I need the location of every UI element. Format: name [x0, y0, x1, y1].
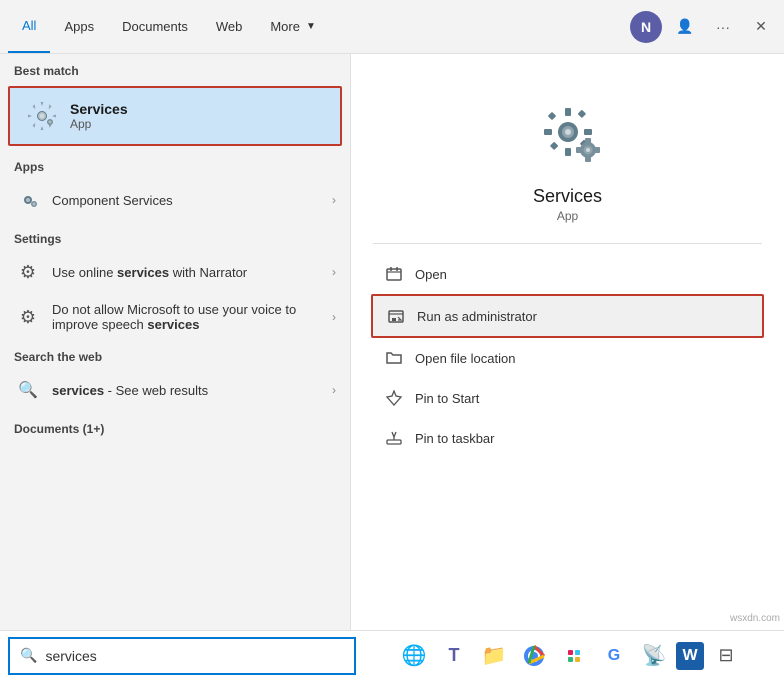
docs-section-label: Documents (1+): [0, 412, 350, 440]
search-box[interactable]: 🔍: [8, 637, 356, 675]
more-options-btn[interactable]: ···: [708, 12, 738, 42]
divider: [373, 243, 763, 244]
person-icon: 👤: [676, 18, 693, 35]
taskbar-extra[interactable]: ⊟: [708, 638, 744, 674]
best-match-item[interactable]: Services App: [8, 86, 342, 146]
app-name: Services: [533, 186, 602, 207]
search-icon-bottom: 🔍: [20, 647, 37, 664]
web-search-item[interactable]: 🔍 services - See web results ›: [0, 368, 350, 412]
action-pin-start[interactable]: Pin to Start: [371, 378, 764, 418]
taskbar-edge[interactable]: 🌐: [396, 638, 432, 674]
tab-apps[interactable]: Apps: [50, 0, 108, 53]
speech-icon: ⚙: [14, 303, 42, 331]
tab-documents[interactable]: Documents: [108, 0, 202, 53]
app-type: App: [557, 209, 578, 223]
runas-icon: [385, 305, 407, 327]
taskbar-slack[interactable]: [556, 638, 592, 674]
taskbar-teams[interactable]: T: [436, 638, 472, 674]
tab-web[interactable]: Web: [202, 0, 257, 53]
apps-section-label: Apps: [0, 150, 350, 178]
best-match-text: Services App: [70, 101, 128, 131]
ellipsis-icon: ···: [716, 19, 730, 35]
action-open[interactable]: Open: [371, 254, 764, 294]
narrator-icon: ⚙: [14, 258, 42, 286]
nav-right: N 👤 ··· ✕: [630, 11, 776, 43]
folder-icon: [383, 347, 405, 369]
tab-all[interactable]: All: [8, 0, 50, 53]
action-run-as-admin[interactable]: Run as administrator: [371, 294, 764, 338]
open-icon: [383, 263, 405, 285]
best-match-label: Best match: [0, 54, 350, 82]
arrow-icon: ›: [332, 193, 336, 207]
bottom-bar: 🔍 🌐 T 📁 G 📡 W ⊟: [0, 630, 784, 680]
taskbar-satellite[interactable]: 📡: [636, 638, 672, 674]
component-services-item[interactable]: Component Services ›: [0, 178, 350, 222]
taskbar-explorer[interactable]: 📁: [476, 638, 512, 674]
arrow-icon-3: ›: [332, 310, 336, 324]
taskbar-google[interactable]: G: [596, 638, 632, 674]
nav-tabs: All Apps Documents Web More ▼: [8, 0, 330, 53]
top-nav: All Apps Documents Web More ▼ N 👤 ··· ✕: [0, 0, 784, 54]
pintaskbar-icon: [383, 427, 405, 449]
taskbar-area: 🌐 T 📁 G 📡 W ⊟: [356, 638, 784, 674]
arrow-icon-2: ›: [332, 265, 336, 279]
search-icon: 🔍: [14, 376, 42, 404]
taskbar-chrome[interactable]: [516, 638, 552, 674]
tab-more[interactable]: More ▼: [256, 0, 330, 53]
settings-item-speech[interactable]: ⚙ Do not allow Microsoft to use your voi…: [0, 294, 350, 340]
right-panel: Services App Open: [350, 54, 784, 630]
chevron-down-icon: ▼: [306, 21, 316, 32]
app-icon-large: [528, 94, 608, 174]
search-input[interactable]: [45, 648, 344, 664]
left-panel: Best match Services App Apps: [0, 54, 350, 630]
close-button[interactable]: ✕: [746, 12, 776, 42]
taskbar-word[interactable]: W: [676, 642, 704, 670]
main-content: Best match Services App Apps: [0, 54, 784, 630]
watermark: wsxdn.com: [730, 613, 780, 624]
avatar[interactable]: N: [630, 11, 662, 43]
settings-section-label: Settings: [0, 222, 350, 250]
action-pin-taskbar[interactable]: Pin to taskbar: [371, 418, 764, 458]
web-section-label: Search the web: [0, 340, 350, 368]
close-icon: ✕: [755, 18, 767, 35]
pin-icon: [383, 387, 405, 409]
services-icon: [24, 98, 60, 134]
arrow-icon-4: ›: [332, 383, 336, 397]
action-list: Open Run as administrator: [351, 254, 784, 458]
user-icon-btn[interactable]: 👤: [670, 12, 700, 42]
settings-item-narrator[interactable]: ⚙ Use online services with Narrator ›: [0, 250, 350, 294]
component-services-icon: [14, 186, 42, 214]
action-open-file-location[interactable]: Open file location: [371, 338, 764, 378]
